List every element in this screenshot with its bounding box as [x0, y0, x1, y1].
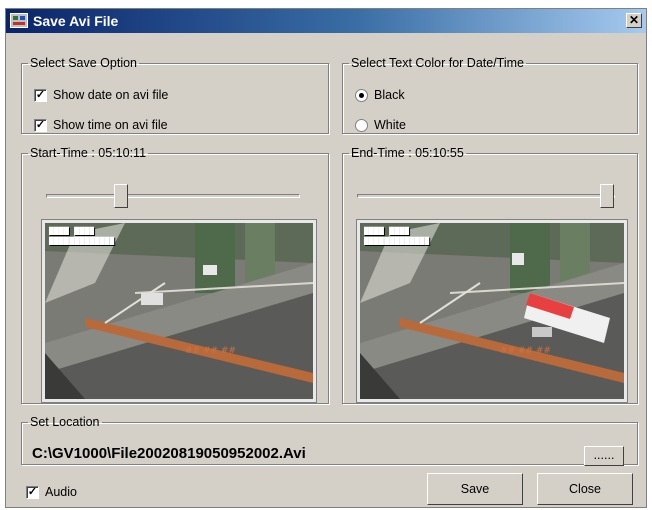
show-time-option[interactable]: ✓ Show time on avi file [34, 116, 168, 134]
start-time-group: Start-Time : 05:10:11 ## ## ## ▇▇▇▇ ▇▇▇▇ [21, 146, 329, 404]
white-radio[interactable] [355, 118, 368, 132]
audio-checkbox[interactable]: ✓ [26, 485, 39, 499]
app-icon [10, 13, 28, 28]
end-video-preview: ## ## ## ▇▇▇▇ ▇▇▇▇ ▇▇▇▇▇▇▇▇▇▇▇▇▇ [356, 219, 628, 403]
text-color-group: Select Text Color for Date/Time Black Wh… [342, 56, 638, 134]
save-button[interactable]: Save [427, 473, 523, 505]
black-radio[interactable] [355, 88, 368, 102]
save-avi-dialog: Save Avi File ✕ Select Save Option ✓ Sho… [5, 8, 647, 508]
color-option-black[interactable]: Black [355, 86, 405, 104]
show-time-checkbox[interactable]: ✓ [34, 118, 47, 132]
start-time-legend: Start-Time : 05:10:11 [30, 146, 147, 160]
show-time-label: Show time on avi file [53, 118, 168, 132]
color-option-white[interactable]: White [355, 116, 406, 134]
text-color-legend: Select Text Color for Date/Time [351, 56, 524, 70]
start-slider-track[interactable] [46, 194, 300, 198]
save-option-group: Select Save Option ✓ Show date on avi fi… [21, 56, 329, 134]
save-option-legend: Select Save Option [30, 56, 138, 70]
location-legend: Set Location [30, 415, 100, 429]
black-label: Black [374, 88, 405, 102]
title-bar[interactable]: Save Avi File ✕ [6, 9, 646, 33]
show-date-checkbox[interactable]: ✓ [34, 88, 47, 102]
end-time-group: End-Time : 05:10:55 ## ## ## ▇▇▇▇ ▇▇▇▇ ▇… [342, 146, 638, 404]
start-slider-thumb[interactable] [114, 184, 128, 208]
close-icon[interactable]: ✕ [626, 13, 642, 28]
white-label: White [374, 118, 406, 132]
end-slider-thumb[interactable] [600, 184, 614, 208]
end-slider-track[interactable] [357, 194, 615, 198]
audio-option[interactable]: ✓ Audio [26, 483, 77, 501]
window-title: Save Avi File [33, 13, 119, 29]
show-date-option[interactable]: ✓ Show date on avi file [34, 86, 168, 104]
show-date-label: Show date on avi file [53, 88, 169, 102]
location-path: C:\GV1000\File20020819050952002.Avi [32, 445, 306, 462]
svg-text:## ## ##: ## ## ## [500, 346, 551, 356]
end-time-legend: End-Time : 05:10:55 [351, 146, 464, 160]
start-video-preview: ## ## ## ▇▇▇▇ ▇▇▇▇ ▇▇▇▇▇▇▇▇▇▇▇▇▇ [41, 219, 317, 403]
audio-label: Audio [45, 485, 77, 499]
close-button[interactable]: Close [537, 473, 633, 505]
svg-text:## ## ##: ## ## ## [185, 346, 236, 356]
browse-button[interactable]: ...... [584, 446, 624, 466]
location-group: Set Location C:\GV1000\File2002081905095… [21, 415, 638, 466]
